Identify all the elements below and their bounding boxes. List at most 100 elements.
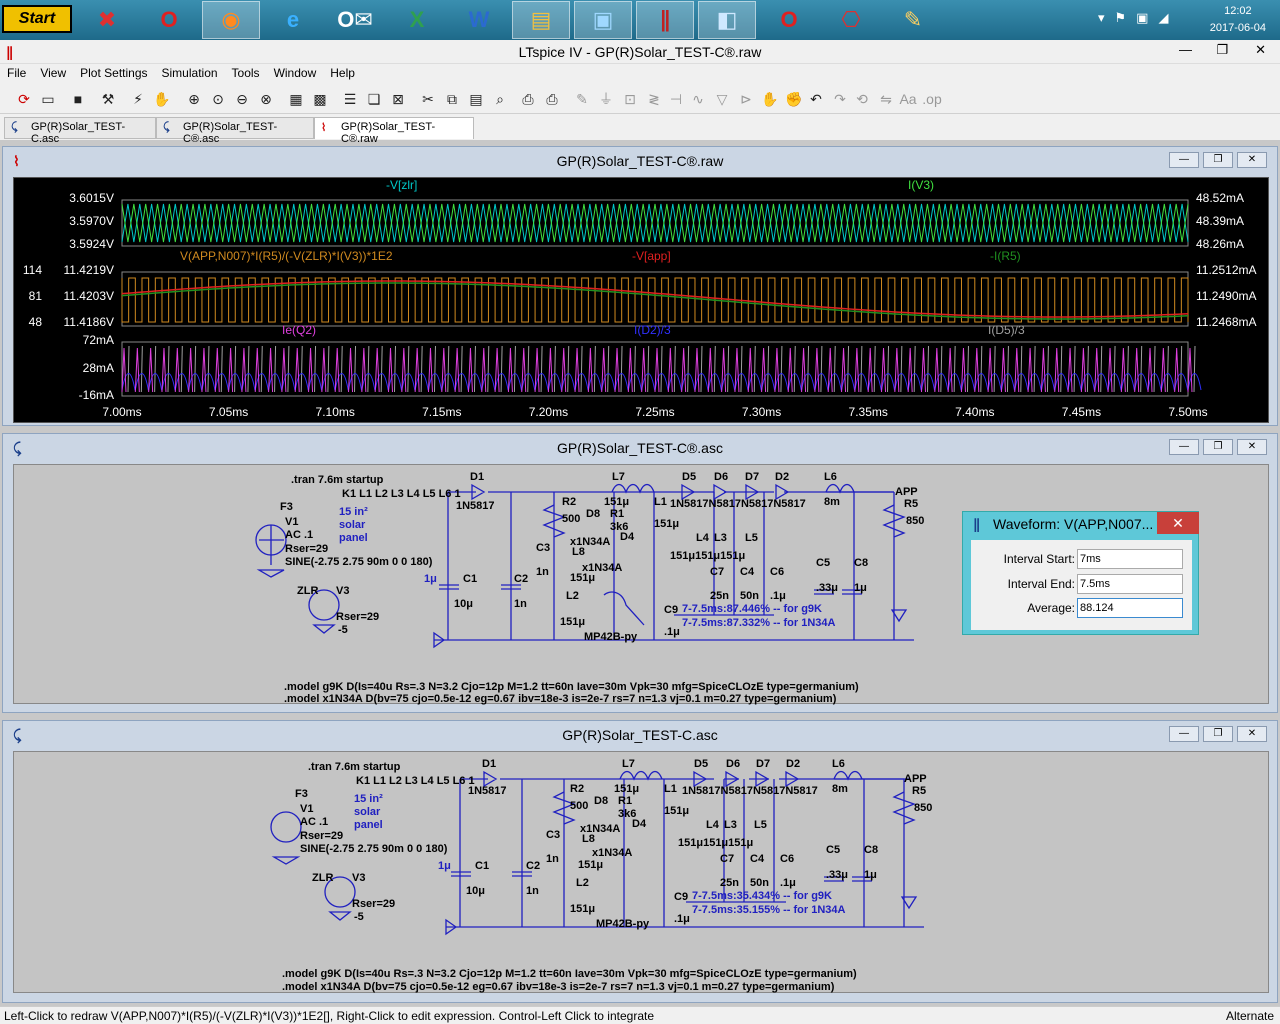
close-icon[interactable]: ✕	[1255, 42, 1266, 58]
label-v3-rser[interactable]: Rser=29	[336, 611, 379, 623]
label-zlr[interactable]: ZLR	[297, 585, 318, 597]
rotate-icon[interactable]: ⟲	[852, 89, 872, 109]
run-icon[interactable]: ⚡	[128, 89, 148, 109]
trace-ieq2[interactable]	[121, 347, 1193, 393]
trace-label-id2[interactable]: I(D2)/3	[634, 323, 671, 337]
average-field[interactable]: 88.124	[1077, 598, 1183, 618]
trace-vzlr[interactable]	[121, 203, 1189, 243]
word-icon[interactable]: W	[450, 1, 508, 39]
ground-icon[interactable]: ⏚	[596, 89, 616, 109]
restore-icon[interactable]: ❐	[1216, 42, 1228, 58]
label-v1[interactable]: V1	[300, 803, 313, 815]
label-sine[interactable]: SINE(-2.75 2.75 90m 0 0 180)	[285, 556, 433, 568]
tab-waveform[interactable]: ⌇ GP(R)Solar_TEST-C®.raw	[314, 117, 474, 145]
excel-icon[interactable]: X	[388, 1, 446, 39]
opera-icon[interactable]: O	[140, 1, 198, 39]
start-button[interactable]: Start	[2, 5, 72, 33]
menu-view[interactable]: View	[33, 64, 73, 84]
folder-icon[interactable]: ▭	[38, 89, 58, 109]
zoom-fit-icon[interactable]: ⊗	[256, 89, 276, 109]
label-zlr[interactable]: ZLR	[312, 872, 333, 884]
model-1n34a[interactable]: .model x1N34A D(bv=75 cjo=0.5e-12 eg=0.6…	[284, 693, 837, 705]
close-window-icon[interactable]: ⊠	[388, 89, 408, 109]
trace-label-vapp[interactable]: -V[app]	[632, 249, 671, 263]
panel-text-1[interactable]: 15 in²	[354, 793, 383, 805]
text-icon[interactable]: Aa	[898, 89, 918, 109]
menu-plot-settings[interactable]: Plot Settings	[73, 64, 154, 84]
trace-label-id5[interactable]: I(D5)/3	[988, 323, 1025, 337]
trace-iv3[interactable]	[121, 203, 1189, 243]
control-panel-icon[interactable]: ⚒	[98, 89, 118, 109]
zoom-out-icon[interactable]: ⊖	[232, 89, 252, 109]
label-icon[interactable]: ⊡	[620, 89, 640, 109]
pdf-icon[interactable]: ⎔	[822, 1, 880, 39]
restore-icon[interactable]: ❐	[1203, 726, 1233, 742]
zoom-area-icon[interactable]: ⊙	[208, 89, 228, 109]
wire-icon[interactable]: ✎	[572, 89, 592, 109]
menu-file[interactable]: File	[0, 64, 33, 84]
halt-icon[interactable]: ✋	[152, 89, 172, 109]
paint-icon[interactable]: ✎	[884, 1, 942, 39]
label-f3[interactable]: F3	[295, 788, 308, 800]
result2-1n34a[interactable]: 7-7.5ms:35.155% -- for 1N34A	[692, 904, 846, 916]
opera-icon-2[interactable]: O	[760, 1, 818, 39]
notes-icon[interactable]: ◧	[698, 1, 756, 39]
close-icon[interactable]: ✕	[1157, 512, 1199, 534]
panel-text-2[interactable]: solar	[354, 806, 381, 818]
diode-icon[interactable]: ▽	[712, 89, 732, 109]
paste-icon[interactable]: ▤	[466, 89, 486, 109]
trace-label-iv3[interactable]: I(V3)	[908, 178, 934, 192]
minimize-icon[interactable]: —	[1169, 152, 1199, 168]
panel-text-1[interactable]: 15 in²	[339, 506, 368, 518]
menu-tools[interactable]: Tools	[225, 64, 267, 84]
spice-directive-icon[interactable]: .op	[922, 89, 942, 109]
autorange-icon[interactable]: ▦	[286, 89, 306, 109]
interval-end-field[interactable]: 7.5ms	[1077, 574, 1183, 594]
system-tray[interactable]: ▾⚑▣◢	[1098, 10, 1178, 26]
mirror-icon[interactable]: ⇋	[876, 89, 896, 109]
model-g9k-2[interactable]: .model g9K D(Is=40u Rs=.3 N=3.2 Cjo=12p …	[282, 968, 857, 980]
grid-icon[interactable]: ▩	[310, 89, 330, 109]
tile-horizontal-icon[interactable]: ☰	[340, 89, 360, 109]
ie-icon[interactable]: e	[264, 1, 322, 39]
directive-tran[interactable]: .tran 7.6m startup	[291, 474, 384, 486]
schematic-canvas-2[interactable]: .tran 7.6m startup K1 L1 L2 L3 L4 L5 L6 …	[13, 751, 1269, 993]
directive-coupling-2[interactable]: K1 L1 L2 L3 L4 L5 L6 1	[356, 775, 475, 787]
label-f3[interactable]: F3	[280, 501, 293, 513]
trace-efficiency[interactable]	[121, 277, 1189, 323]
close-icon[interactable]: ✕	[1237, 726, 1267, 742]
print-icon[interactable]: ⎙	[542, 89, 562, 109]
capacitor-icon[interactable]: ⊣	[666, 89, 686, 109]
tab-schematic-2[interactable]: ⤹ GP(R)Solar_TEST-C®.asc	[156, 117, 314, 145]
trace-label-vzlr[interactable]: -V[zlr]	[386, 178, 417, 192]
result-1n34a[interactable]: 7-7.5ms:87.332% -- for 1N34A	[682, 617, 836, 629]
inductor-icon[interactable]: ∿	[688, 89, 708, 109]
label-ac[interactable]: AC .1	[300, 816, 328, 828]
minimize-icon[interactable]: —	[1169, 726, 1199, 742]
clock[interactable]: 12:02 2017-06-04	[1210, 3, 1266, 37]
save-icon[interactable]: ■	[68, 89, 88, 109]
label-v3[interactable]: V3	[352, 872, 365, 884]
label-v3-rser[interactable]: Rser=29	[352, 898, 395, 910]
redo-icon[interactable]: ↷	[830, 89, 850, 109]
close-icon[interactable]: ✕	[1237, 439, 1267, 455]
drag-icon[interactable]: ✊	[784, 89, 804, 109]
result2-g9k[interactable]: 7-7.5ms:35.434% -- for g9K	[692, 890, 832, 902]
resistor-icon[interactable]: ≷	[644, 89, 664, 109]
restore-icon[interactable]: ❐	[1203, 439, 1233, 455]
explorer-icon[interactable]: ▤	[512, 1, 570, 39]
close-icon[interactable]: ✕	[1237, 152, 1267, 168]
cascade-icon[interactable]: ❏	[364, 89, 384, 109]
model-g9k[interactable]: .model g9K D(Is=40u Rs=.3 N=3.2 Cjo=12p …	[284, 681, 859, 693]
firefox-icon[interactable]: ◉	[202, 1, 260, 39]
photos-icon[interactable]: ▣	[574, 1, 632, 39]
label-v3-value[interactable]: -5	[338, 624, 348, 636]
interval-start-field[interactable]: 7ms	[1077, 549, 1183, 569]
cut-icon[interactable]: ✂	[418, 89, 438, 109]
menu-window[interactable]: Window	[267, 64, 324, 84]
label-v3-value[interactable]: -5	[354, 911, 364, 923]
result-g9k[interactable]: 7-7.5ms:87.446% -- for g9K	[682, 603, 822, 615]
minimize-icon[interactable]: —	[1179, 42, 1192, 57]
label-v1[interactable]: V1	[285, 516, 298, 528]
panel-text-2[interactable]: solar	[339, 519, 366, 531]
